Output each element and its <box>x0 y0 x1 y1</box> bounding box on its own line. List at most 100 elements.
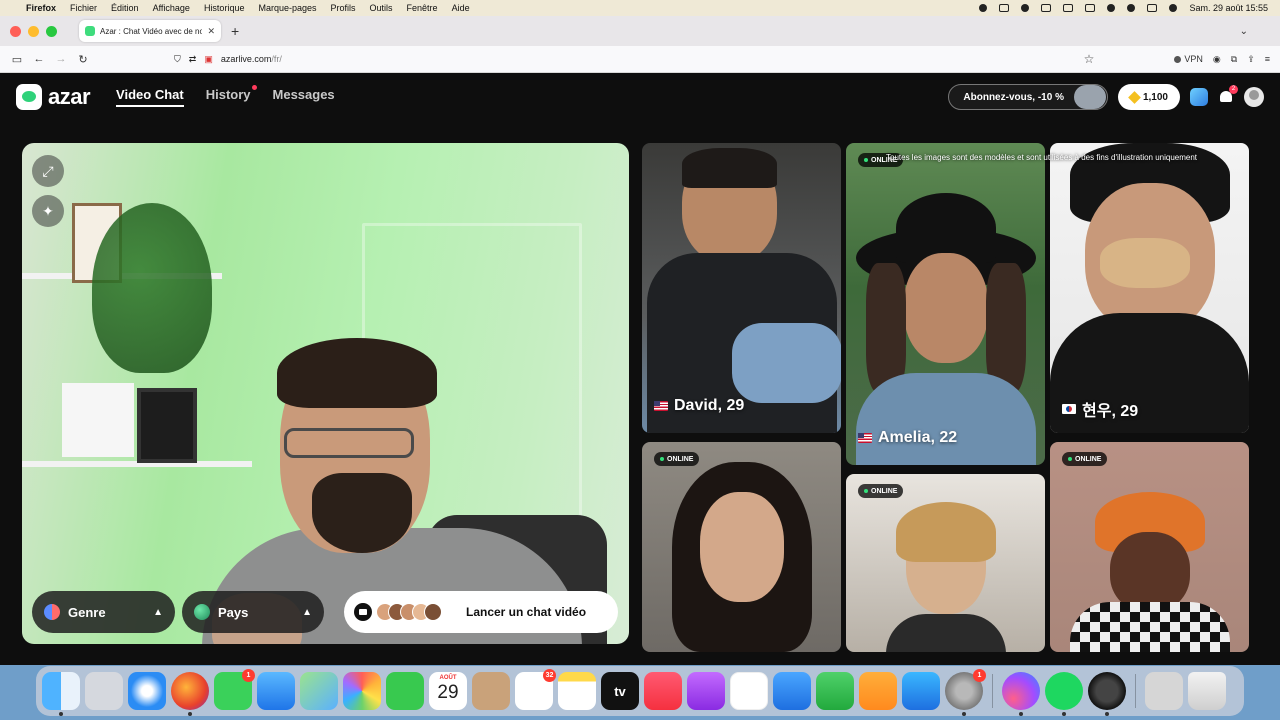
nav-messages[interactable]: Messages <box>273 87 335 107</box>
pages-icon[interactable] <box>859 672 897 710</box>
nav-history[interactable]: History <box>206 85 257 107</box>
battery-icon[interactable] <box>1085 4 1096 12</box>
camera-preview: ⤢ ✦ Genre ▲ Pays ▲ Lancer un chat vidéo <box>22 143 629 644</box>
menu-hamburger-icon[interactable]: ≡ <box>1265 54 1270 64</box>
mail-icon[interactable] <box>257 672 295 710</box>
menu-aide[interactable]: Aide <box>452 3 470 13</box>
facetime-icon[interactable] <box>386 672 424 710</box>
wifi-icon[interactable] <box>1107 4 1116 12</box>
profile-card-amelia[interactable]: ONLINE Amelia, 22 <box>846 143 1045 465</box>
finder-icon[interactable] <box>42 672 80 716</box>
address-bar[interactable]: ⛉ ⇄ ▣ azarlive.com/fr/ <box>174 54 282 65</box>
messenger-icon[interactable] <box>1002 672 1040 716</box>
photos-icon[interactable] <box>343 672 381 710</box>
minimize-window-button[interactable] <box>28 25 39 37</box>
start-video-chat-button[interactable]: Lancer un chat vidéo <box>344 591 618 633</box>
numbers-icon[interactable] <box>816 672 854 710</box>
person-hair <box>277 338 437 408</box>
profile-card-hyunwoo[interactable]: 현우, 29 <box>1050 143 1249 433</box>
window-icon[interactable] <box>1041 4 1052 12</box>
close-window-button[interactable] <box>10 25 21 37</box>
shop-icon[interactable] <box>1190 88 1208 106</box>
profile-avatar[interactable] <box>1244 87 1264 107</box>
tab-list-chevron-icon[interactable]: ⌄ <box>1240 26 1248 37</box>
siri-icon[interactable] <box>1169 4 1178 12</box>
keynote-icon[interactable] <box>773 672 811 710</box>
spotify-icon[interactable] <box>1045 672 1083 716</box>
subscribe-button[interactable]: Abonnez-vous, -10 % <box>948 84 1108 110</box>
tracking-shield-icon[interactable]: ⛉ <box>174 54 181 65</box>
menu-clock[interactable]: Sam. 29 août 15:55 <box>1189 3 1268 13</box>
expand-icon[interactable]: ⤢ <box>32 155 64 187</box>
menu-fenetre[interactable]: Fenêtre <box>407 3 438 13</box>
running-indicator <box>59 712 63 716</box>
menu-app-firefox[interactable]: Firefox <box>26 3 56 13</box>
app-store-icon[interactable] <box>902 672 940 710</box>
coins-value: 1,100 <box>1142 91 1168 103</box>
browser-toolbar: ▭ ← → ↻ ⛉ ⇄ ▣ azarlive.com/fr/ ☆ VPN ◉ ⧉… <box>0 46 1280 73</box>
contacts-icon[interactable] <box>472 672 510 710</box>
profile-card-david[interactable]: David, 29 <box>642 143 841 433</box>
sidebar-toggle-icon[interactable]: ▭ <box>6 53 28 66</box>
apple-tv-icon[interactable]: tv <box>601 672 639 710</box>
back-button[interactable]: ← <box>28 53 50 65</box>
menu-profils[interactable]: Profils <box>331 3 356 13</box>
azar-logo[interactable]: azar <box>16 84 91 110</box>
launchpad-icon[interactable] <box>85 672 123 710</box>
settings-badge: 1 <box>973 669 986 682</box>
menu-edition[interactable]: Édition <box>111 3 139 13</box>
maps-icon[interactable] <box>300 672 338 710</box>
coins-balance-button[interactable]: 1,100 <box>1117 84 1180 110</box>
control-center-extra-icon[interactable] <box>1021 4 1030 12</box>
news-icon[interactable] <box>730 672 768 710</box>
search-icon[interactable] <box>1127 4 1136 12</box>
new-tab-button[interactable]: + <box>231 23 239 39</box>
downloads-stack-icon[interactable] <box>1145 672 1183 710</box>
pays-label: Pays <box>218 604 249 620</box>
keyboard-input-icon[interactable] <box>1063 4 1074 12</box>
firefox-icon[interactable] <box>171 672 209 716</box>
menu-historique[interactable]: Historique <box>204 3 245 13</box>
permissions-icon[interactable]: ⇄ <box>189 54 197 65</box>
control-center-icon[interactable] <box>1147 4 1158 12</box>
tab-close-icon[interactable]: ✕ <box>207 26 215 37</box>
podcasts-icon[interactable] <box>687 672 725 710</box>
zoom-window-button[interactable] <box>46 25 57 37</box>
extensions-icon[interactable]: ⧉ <box>1231 54 1237 65</box>
calendar-icon[interactable]: AOÛT 29 <box>429 672 467 710</box>
safari-icon[interactable] <box>128 672 166 710</box>
menu-marque-pages[interactable]: Marque-pages <box>258 3 316 13</box>
bell-icon[interactable]: 2 <box>1218 85 1238 105</box>
notes-icon[interactable] <box>558 672 596 710</box>
camera-permission-icon[interactable]: ▣ <box>204 54 213 65</box>
menu-fichier[interactable]: Fichier <box>70 3 97 13</box>
nav-video-chat[interactable]: Video Chat <box>116 87 184 107</box>
messages-icon[interactable]: 1 <box>214 669 255 710</box>
vpn-button[interactable]: VPN <box>1174 54 1203 64</box>
url-text[interactable]: azarlive.com/fr/ <box>221 54 282 64</box>
genre-filter-button[interactable]: Genre ▲ <box>32 591 175 633</box>
bookmark-star-icon[interactable]: ☆ <box>1084 52 1095 66</box>
menu-affichage[interactable]: Affichage <box>153 3 190 13</box>
magic-wand-icon[interactable]: ✦ <box>32 195 64 227</box>
system-settings-icon[interactable]: 1 <box>945 669 986 716</box>
microphone-icon[interactable] <box>979 4 988 12</box>
us-flag-icon <box>858 433 872 443</box>
profile-card-online-3[interactable]: ONLINE <box>1050 442 1249 652</box>
reminders-icon[interactable]: 32 <box>515 669 556 710</box>
forward-button[interactable]: → <box>50 53 72 65</box>
obs-icon[interactable] <box>1088 672 1126 716</box>
screen-record-icon[interactable] <box>999 4 1010 12</box>
pays-filter-button[interactable]: Pays ▲ <box>182 591 324 633</box>
account-icon[interactable]: ◉ <box>1213 54 1221 65</box>
music-icon[interactable] <box>644 672 682 710</box>
browser-tab-azar[interactable]: Azar : Chat Vidéo avec de nouve ✕ <box>79 20 221 42</box>
trash-icon[interactable] <box>1188 672 1226 710</box>
bell-badge: 2 <box>1229 85 1238 94</box>
profile-card-online-2[interactable]: ONLINE <box>846 474 1045 652</box>
profile-card-online-1[interactable]: ONLINE <box>642 442 841 652</box>
reload-button[interactable]: ↻ <box>72 53 94 66</box>
share-icon[interactable]: ⇪ <box>1247 54 1255 65</box>
running-indicator <box>1105 712 1109 716</box>
menu-outils[interactable]: Outils <box>370 3 393 13</box>
